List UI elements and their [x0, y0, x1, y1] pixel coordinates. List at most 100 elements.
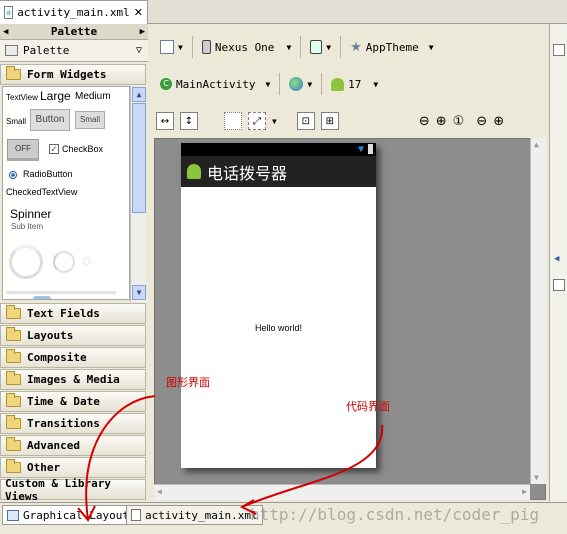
category-label: Other — [27, 461, 61, 474]
activity-icon: C — [160, 78, 172, 90]
progress-small-icon[interactable] — [83, 257, 91, 265]
toolbar-row-1: ▼ Nexus One ▼ ▼ ★ AppTheme ▼ — [156, 32, 438, 62]
zoom-fit-icon[interactable]: ⊖ — [419, 114, 430, 129]
collapse-left-icon[interactable]: ◀ — [554, 254, 559, 264]
theme-selector[interactable]: ★ AppTheme ▼ — [346, 35, 437, 59]
category-text-fields[interactable]: Text Fields — [0, 303, 146, 324]
signal-icon: ▼ — [357, 144, 364, 155]
category-label: Custom & Library Views — [5, 476, 111, 503]
design-canvas[interactable]: ▼ 电话拨号器 Hello world! — [154, 138, 546, 500]
tab-graphical-layout[interactable]: Graphical Layout — [2, 505, 134, 525]
checkbox-icon[interactable]: ✓ — [49, 144, 59, 154]
scroll-thumb[interactable] — [132, 103, 146, 213]
widget-small-text[interactable]: Small — [6, 117, 26, 126]
palette-header[interactable]: Palette ▽ — [0, 40, 148, 62]
progress-large-icon[interactable] — [9, 245, 43, 279]
folder-icon — [6, 459, 21, 473]
category-label: Layouts — [27, 329, 74, 342]
activity-label: MainActivity — [176, 77, 256, 91]
widget-list: TextView Large Medium Small Button Small… — [2, 86, 130, 300]
category-other[interactable]: Other — [0, 457, 146, 478]
fill-height-icon[interactable]: ↕ — [180, 112, 198, 130]
outline-icon[interactable] — [553, 44, 565, 56]
fill-width-icon[interactable]: ↔ — [156, 112, 174, 130]
category-transitions[interactable]: Transitions — [0, 413, 146, 434]
seekbar-thumb[interactable] — [33, 296, 51, 299]
status-bar: ▼ — [181, 143, 376, 156]
scroll-right-icon[interactable]: ▶ — [522, 487, 527, 496]
device-selector[interactable]: Nexus One ▼ — [198, 35, 295, 59]
zoom-all-icon[interactable]: ⊕ — [436, 114, 447, 129]
scroll-down-icon[interactable]: ▼ — [534, 473, 539, 482]
layout-left-icon[interactable]: ⊡ — [296, 112, 315, 130]
scroll-up-icon[interactable]: ▲ — [534, 140, 539, 149]
chevron-down-icon[interactable]: ▽ — [136, 45, 142, 56]
tab-activity-main-xml[interactable]: a activity_main.xml ✕ — [0, 0, 148, 24]
category-custom-views[interactable]: Custom & Library Views — [0, 476, 146, 503]
activity-selector[interactable]: C MainActivity ▼ — [156, 72, 274, 96]
zoom-out-icon[interactable]: ⊖ — [476, 114, 487, 129]
toolbar-row-2: C MainActivity ▼ ▼ 17 ▼ — [156, 69, 382, 99]
chevron-down-icon: ▼ — [286, 42, 292, 52]
margins-icon[interactable] — [224, 112, 242, 130]
widget-medium-text[interactable]: Medium — [75, 91, 111, 102]
hello-textview[interactable]: Hello world! — [181, 323, 376, 333]
radio-icon[interactable] — [9, 171, 17, 179]
folder-icon — [6, 415, 21, 429]
collapse-right-icon[interactable]: ▶ — [140, 27, 145, 37]
category-label: Form Widgets — [27, 68, 107, 81]
category-form-widgets[interactable]: Form Widgets — [0, 64, 146, 85]
widget-checked-textview[interactable]: CheckedTextView — [6, 187, 77, 197]
canvas-vertical-scrollbar[interactable]: ▲ ▼ — [530, 138, 546, 484]
tab-label: Graphical Layout — [23, 508, 129, 522]
layout-right-icon[interactable]: ⊞ — [320, 112, 339, 130]
category-label: Composite — [27, 351, 87, 364]
widget-checkbox[interactable]: CheckBox — [62, 144, 103, 154]
palette-header-label: Palette — [23, 44, 70, 57]
category-time-date[interactable]: Time & Date — [0, 391, 146, 412]
progress-bar-horizontal[interactable] — [6, 291, 116, 294]
scroll-down-icon[interactable]: ▼ — [132, 285, 146, 300]
close-icon[interactable]: ✕ — [134, 6, 143, 19]
widget-large-text[interactable]: Large — [40, 89, 71, 103]
zoom-in-icon[interactable]: ⊕ — [493, 114, 504, 129]
widget-spinner[interactable]: Spinner — [10, 207, 51, 221]
folder-icon — [6, 393, 21, 407]
editor-tab-bar: a activity_main.xml ✕ — [0, 0, 567, 24]
category-advanced[interactable]: Advanced — [0, 435, 146, 456]
category-layouts[interactable]: Layouts — [0, 325, 146, 346]
zoom-actual-icon[interactable]: ① — [453, 114, 465, 129]
star-icon: ★ — [350, 39, 362, 55]
widget-small-button[interactable]: Small — [75, 111, 105, 129]
resize-icon[interactable]: ⤢ — [248, 112, 266, 130]
device-preview[interactable]: ▼ 电话拨号器 Hello world! — [181, 143, 376, 468]
category-images-media[interactable]: Images & Media — [0, 369, 146, 390]
scroll-left-icon[interactable]: ◀ — [157, 487, 162, 496]
scroll-up-icon[interactable]: ▲ — [132, 87, 146, 102]
widget-toggle[interactable]: OFF — [7, 139, 39, 161]
orientation-selector[interactable]: ▼ — [306, 35, 335, 59]
widget-textview[interactable]: TextView — [6, 93, 38, 102]
canvas-horizontal-scrollbar[interactable]: ◀ ▶ — [154, 484, 530, 500]
widget-button[interactable]: Button — [30, 109, 70, 131]
tab-xml-source[interactable]: activity_main.xml — [126, 505, 263, 525]
category-composite[interactable]: Composite — [0, 347, 146, 368]
config-chooser[interactable]: ▼ — [156, 35, 187, 59]
xml-file-icon — [131, 509, 141, 521]
chevron-down-icon: ▼ — [178, 42, 183, 52]
api-label: 17 — [348, 77, 362, 91]
palette-scrollbar[interactable]: ▲ ▼ — [130, 86, 146, 302]
widget-radio[interactable]: RadioButton — [23, 169, 73, 179]
category-label: Transitions — [27, 417, 100, 430]
api-selector[interactable]: 17 ▼ — [327, 72, 382, 96]
chevron-down-icon[interactable]: ▼ — [272, 117, 277, 126]
collapse-left-icon[interactable]: ◀ — [3, 27, 8, 37]
properties-icon[interactable] — [553, 279, 565, 291]
device-label: Nexus One — [214, 40, 275, 54]
progress-medium-icon[interactable] — [53, 251, 75, 273]
folder-icon — [6, 437, 21, 451]
phone-icon — [201, 40, 211, 54]
palette-icon — [5, 45, 18, 56]
watermark: http://blog.csdn.net/coder_pig — [250, 505, 539, 524]
locale-selector[interactable]: ▼ — [285, 72, 316, 96]
